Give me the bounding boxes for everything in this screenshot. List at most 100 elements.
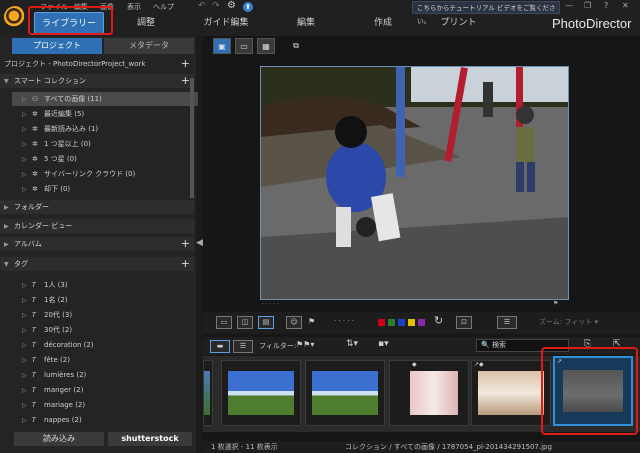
project-label: プロジェクト - PhotoDirectorProject_work	[4, 60, 146, 68]
zoom-control[interactable]: ズーム: フィット ▾	[539, 317, 598, 327]
tag-item[interactable]: ▷ 𝑇mariage (2)	[12, 398, 212, 412]
close-icon[interactable]: ✕	[622, 1, 629, 10]
collection-item[interactable]: ▷ ✲ 却下 (0)	[12, 182, 212, 196]
expand-icon: ▶	[4, 223, 9, 230]
minimize-icon[interactable]: —	[565, 1, 573, 10]
collection-item[interactable]: ▷ ✲ 5 つ星 (0)	[12, 152, 212, 166]
flag-icon: ⚑	[553, 300, 559, 307]
add-album-icon[interactable]: +	[181, 237, 190, 251]
sort-order-icon[interactable]: ⇅▾	[346, 339, 358, 349]
tag-icon: 𝑇	[32, 311, 37, 319]
tag-icon: 𝑇	[32, 296, 37, 304]
thumbnail-image	[478, 371, 544, 415]
color-label-purple[interactable]	[418, 319, 425, 326]
tag-item[interactable]: ▷ 𝑇décoration (2)	[12, 338, 212, 352]
tag-item[interactable]: ▷ 𝑇lumières (2)	[12, 368, 212, 382]
sort-menu-icon[interactable]: ☰	[497, 316, 517, 329]
collection-item[interactable]: ▷ ✲ サイバーリンク クラウド (0)	[12, 167, 212, 181]
face-tag-icon[interactable]: ☺	[286, 316, 302, 329]
project-row[interactable]: プロジェクト - PhotoDirectorProject_work +	[0, 57, 194, 71]
tab-guided-edit[interactable]: ガイド編集	[201, 12, 251, 34]
main-photo[interactable]	[260, 66, 569, 300]
thumbnail[interactable]	[203, 360, 213, 426]
import-button[interactable]: 読み込み	[14, 432, 104, 446]
calendar-header[interactable]: ▶ カレンダー ビュー	[0, 219, 194, 233]
tab-adjust[interactable]: 調整	[126, 12, 166, 34]
color-label-red[interactable]	[378, 319, 385, 326]
add-tag-icon[interactable]: +	[181, 257, 190, 271]
selection-count: 1 枚選択 - 11 枚表示	[211, 443, 278, 451]
filter-options-icon[interactable]: ⚑⚑▾	[296, 340, 314, 349]
flag-filter-icon[interactable]: ⚑	[308, 317, 315, 326]
color-label-yellow[interactable]	[408, 319, 415, 326]
add-smart-collection-icon[interactable]: +	[181, 74, 190, 88]
album-header[interactable]: ▶ アルバム +	[0, 237, 194, 251]
grid-view-icon[interactable]: ▦	[257, 38, 275, 54]
folder-header[interactable]: ▶ フォルダー	[0, 200, 194, 214]
thumbnail[interactable]: ◆	[389, 360, 469, 426]
library-highlight-box	[28, 6, 113, 35]
tab-edit[interactable]: 編集	[286, 12, 326, 34]
tag-item[interactable]: ▷ 𝑇 20代 (3)	[12, 308, 212, 322]
section-label: アルバム	[14, 240, 42, 248]
tag-item[interactable]: ▷ 𝑇 1名 (2)	[12, 293, 212, 307]
thumbnail-image	[410, 371, 458, 415]
shutterstock-button[interactable]: shutterstock	[108, 432, 192, 446]
restore-icon[interactable]: ❐	[584, 1, 591, 10]
compare-multi-icon[interactable]: ▤	[258, 316, 274, 329]
tab-metadata[interactable]: メタデータ	[104, 38, 194, 54]
single-view-icon[interactable]: ▭	[235, 38, 253, 54]
thumbnail[interactable]	[221, 360, 301, 426]
tab-create[interactable]: 作成	[363, 12, 403, 34]
collapse-panel-icon[interactable]: ◀	[196, 238, 203, 248]
tutorial-banner[interactable]: こちらからチュートリアル ビデオをご覧ください。	[412, 1, 560, 25]
update-icon[interactable]: ⬆	[243, 2, 253, 12]
filmstrip-view-icon[interactable]: ▬	[210, 340, 230, 353]
redo-icon[interactable]: ↷	[212, 1, 220, 11]
collection-item[interactable]: ▷ ⚇ すべての画像 (11)	[12, 92, 198, 106]
tag-label: décoration (2)	[44, 341, 94, 349]
stack-icon[interactable]: ▪▾	[378, 339, 389, 349]
color-label-green[interactable]	[388, 319, 395, 326]
tag-label: mariage (2)	[44, 401, 86, 409]
expand-icon: ▼	[4, 78, 9, 85]
single-compare-icon[interactable]: ▭	[216, 316, 232, 329]
settings-gear-icon[interactable]: ⚙	[227, 0, 236, 11]
thumbnail[interactable]	[305, 360, 385, 426]
collection-label: サイバーリンク クラウド (0)	[44, 170, 136, 178]
second-display-icon[interactable]: ⧉	[287, 38, 305, 54]
expand-icon: ▼	[4, 261, 9, 268]
tag-header[interactable]: ▼ タグ +	[0, 257, 194, 271]
collection-item[interactable]: ▷ ✲ 1 つ星以上 (0)	[12, 137, 212, 151]
tag-item[interactable]: ▷ 𝑇 1人 (3)	[12, 278, 212, 292]
crop-icon[interactable]: ⊡	[456, 316, 472, 329]
undo-icon[interactable]: ↶	[198, 1, 206, 11]
help-icon[interactable]: ?	[604, 1, 608, 10]
collection-item[interactable]: ▷ ✲ 最新読み込み (1)	[12, 122, 212, 136]
tab-print[interactable]: プリント	[436, 12, 481, 34]
tag-item[interactable]: ▷ 𝑇fête (2)	[12, 353, 212, 367]
section-label: フォルダー	[14, 203, 49, 211]
collection-item[interactable]: ▷ ✲ 最近編集 (5)	[12, 107, 212, 121]
menu-view[interactable]: 表示	[127, 2, 141, 12]
rotate-icon[interactable]: ↻	[434, 314, 443, 327]
tag-label: fête (2)	[44, 356, 70, 364]
photo-image	[261, 67, 568, 299]
thumbnail[interactable]: ↗◆	[471, 360, 551, 426]
tab-project[interactable]: プロジェクト	[12, 38, 102, 54]
rating-control[interactable]: · · · · ·	[334, 317, 354, 325]
smart-collection-icon: ✲	[32, 110, 38, 118]
tag-item[interactable]: ▷ 𝑇manger (2)	[12, 383, 212, 397]
menu-help[interactable]: ヘルプ	[153, 2, 174, 12]
smart-collection-icon: ✲	[32, 185, 38, 193]
smart-collection-header[interactable]: ▼ スマート コレクション +	[0, 74, 194, 88]
left-scrollbar[interactable]	[190, 78, 194, 198]
add-project-icon[interactable]: +	[181, 57, 190, 71]
tag-label: 1名 (2)	[44, 296, 68, 304]
color-label-blue[interactable]	[398, 319, 405, 326]
tag-item[interactable]: ▷ 𝑇nappes (2)	[12, 413, 212, 427]
viewer-view-icon[interactable]: ▣	[213, 38, 231, 54]
tag-item[interactable]: ▷ 𝑇 30代 (2)	[12, 323, 212, 337]
compare-two-icon[interactable]: ◫	[237, 316, 253, 329]
list-view-icon[interactable]: ☰	[233, 340, 253, 353]
